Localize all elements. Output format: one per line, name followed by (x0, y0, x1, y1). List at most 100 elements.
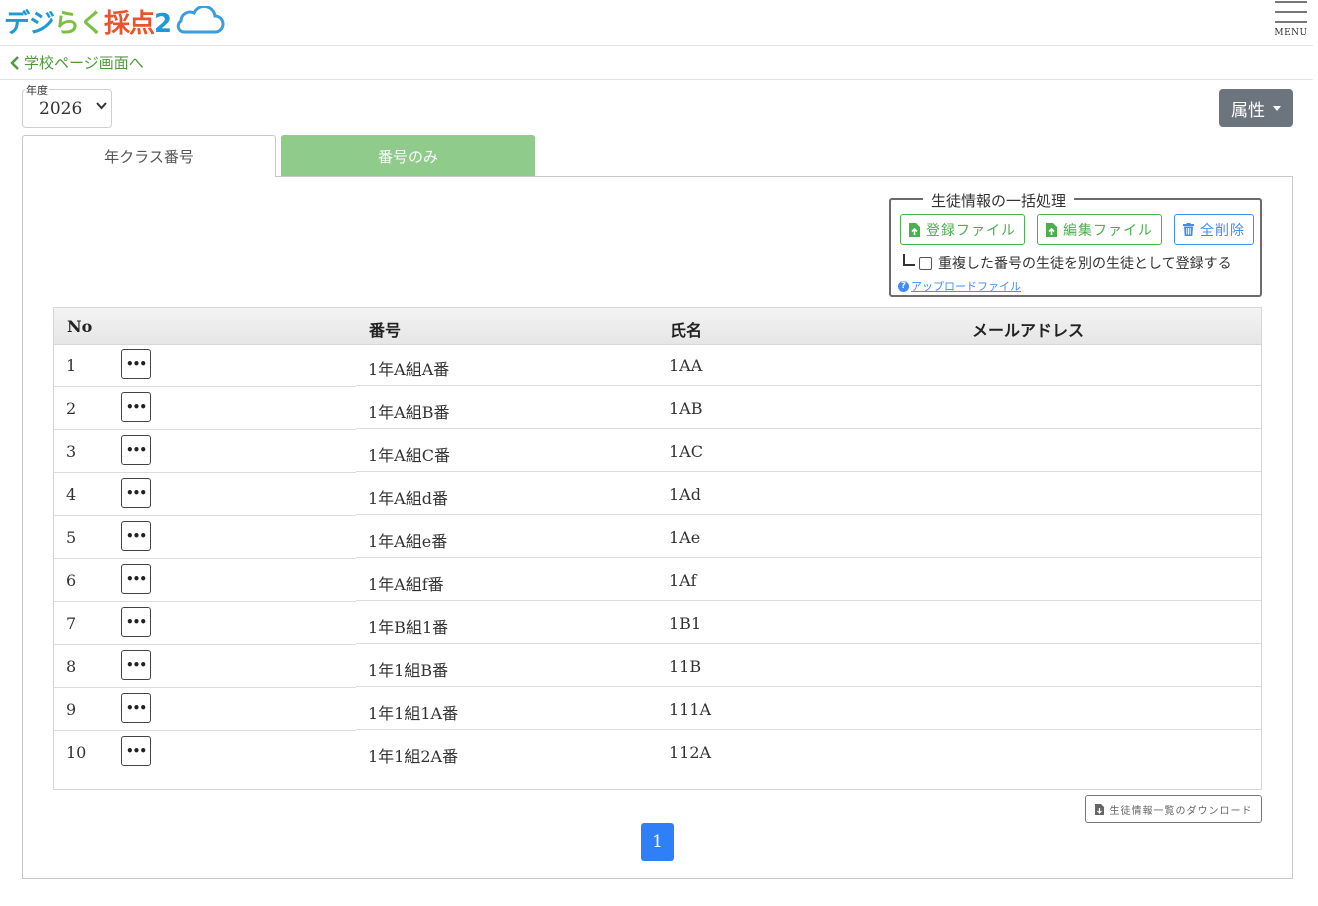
cell-number: 1年A組A番 (368, 360, 450, 379)
cell-number: 1年B組1番 (368, 618, 449, 637)
cell-no: 9 (66, 700, 77, 719)
ellipsis-icon: ••• (126, 658, 147, 672)
cell-number: 1年1組2A番 (368, 747, 459, 766)
duplicate-checkbox[interactable] (919, 256, 932, 270)
attribute-label: 属性 (1231, 100, 1265, 121)
cell-name: 1B1 (669, 614, 702, 633)
register-file-label: 登録ファイル (926, 222, 1016, 239)
help-link-label: アップロードファイル (911, 280, 1021, 293)
table-row: 6 ••• 1年A組f番 1Af (54, 559, 1261, 602)
table-row: 2 ••• 1年A組B番 1AB (54, 387, 1261, 430)
hamburger-icon (1275, 1, 1307, 3)
ellipsis-icon: ••• (126, 357, 147, 371)
tab-label: 年クラス番号 (104, 148, 194, 166)
ellipsis-icon: ••• (126, 744, 147, 758)
cell-number: 1年A組C番 (368, 446, 450, 465)
ellipsis-icon: ••• (126, 529, 147, 543)
ellipsis-icon: ••• (126, 572, 147, 586)
table-row: 4 ••• 1年A組d番 1Ad (54, 473, 1261, 516)
back-to-school-link[interactable]: 学校ページ画面へ (10, 52, 144, 73)
delete-all-label: 全削除 (1200, 222, 1245, 239)
cloud-icon (176, 6, 225, 34)
download-label: 生徒情報一覧のダウンロード (1109, 805, 1253, 817)
ellipsis-icon: ••• (126, 486, 147, 500)
header-email: メールアドレス (972, 321, 1085, 340)
back-link-label: 学校ページ画面へ (24, 54, 144, 72)
app-header: デジらく採点2 MENU (0, 0, 1313, 46)
chevron-left-icon (10, 55, 19, 70)
cell-number: 1年A組e番 (368, 532, 448, 551)
table-row: 9 ••• 1年1組1A番 111A (54, 688, 1261, 731)
year-value: 2026 (39, 99, 83, 119)
menu-button[interactable]: MENU (1273, 0, 1309, 42)
delete-all-button[interactable]: 全削除 (1174, 214, 1254, 245)
page-number: 1 (652, 832, 663, 852)
trash-icon (1183, 223, 1194, 236)
bulk-processing-group: 生徒情報の一括処理 登録ファイル 編集ファイル 全削除 重複した番号の生徒を別の… (889, 190, 1262, 297)
attribute-dropdown-button[interactable]: 属性 (1219, 89, 1293, 127)
cell-name: 1Ae (669, 528, 701, 547)
row-menu-button[interactable]: ••• (121, 392, 151, 422)
cell-name: 112A (669, 743, 712, 762)
elbow-connector (903, 254, 915, 266)
header-no: No (67, 317, 93, 336)
table-row: 7 ••• 1年B組1番 1B1 (54, 602, 1261, 645)
cell-no: 5 (66, 528, 77, 547)
cell-name: 1AC (669, 442, 703, 461)
cell-no: 7 (66, 614, 77, 633)
tab-number-only[interactable]: 番号のみ (281, 135, 535, 177)
duplicate-label[interactable]: 重複した番号の生徒を別の生徒として登録する (938, 253, 1232, 273)
cell-no: 4 (66, 485, 77, 504)
cell-number: 1年A組f番 (368, 575, 444, 594)
year-select[interactable]: 年度 2026 (22, 82, 112, 128)
ellipsis-icon: ••• (126, 400, 147, 414)
table-row: 3 ••• 1年A組C番 1AC (54, 430, 1261, 473)
register-file-button[interactable]: 登録ファイル (900, 214, 1025, 245)
file-upload-icon (909, 222, 920, 237)
pagination-page-1[interactable]: 1 (641, 823, 674, 861)
menu-label: MENU (1274, 28, 1308, 38)
edit-file-label: 編集ファイル (1063, 222, 1153, 239)
app-logo[interactable]: デジらく採点2 (4, 4, 225, 39)
caret-down-icon (1273, 105, 1281, 111)
cell-name: 1Ad (669, 485, 701, 504)
breadcrumb-bar: 学校ページ画面へ (0, 46, 1313, 80)
student-table: No 番号 氏名 メールアドレス 1 ••• 1年A組A番 1AA 2 ••• … (53, 307, 1262, 790)
bulk-legend: 生徒情報の一括処理 (923, 190, 1075, 211)
row-menu-button[interactable]: ••• (121, 736, 151, 766)
chevron-down-icon (96, 102, 107, 110)
row-menu-button[interactable]: ••• (121, 693, 151, 723)
header-name: 氏名 (670, 321, 703, 340)
row-menu-button[interactable]: ••• (121, 607, 151, 637)
duplicate-option: 重複した番号の生徒を別の生徒として登録する (903, 253, 1232, 273)
table-row: 8 ••• 1年1組B番 11B (54, 645, 1261, 688)
ellipsis-icon: ••• (126, 615, 147, 629)
cell-no: 1 (66, 356, 77, 375)
cell-name: 11B (669, 657, 702, 676)
download-student-list-button[interactable]: 生徒情報一覧のダウンロード (1085, 795, 1262, 823)
cell-name: 1Af (669, 571, 697, 590)
file-upload-icon (1046, 222, 1057, 237)
ellipsis-icon: ••• (126, 443, 147, 457)
ellipsis-icon: ••• (126, 701, 147, 715)
cell-no: 8 (66, 657, 77, 676)
row-menu-button[interactable]: ••• (121, 478, 151, 508)
question-circle-icon: ? (898, 280, 909, 292)
row-menu-button[interactable]: ••• (121, 650, 151, 680)
tab-grade-class-number[interactable]: 年クラス番号 (22, 135, 276, 177)
table-header: No 番号 氏名 メールアドレス (54, 308, 1261, 345)
row-menu-button[interactable]: ••• (121, 564, 151, 594)
cell-number: 1年1組1A番 (368, 704, 459, 723)
year-label: 年度 (25, 82, 49, 98)
tab-label: 番号のみ (377, 147, 438, 166)
cell-number: 1年1組B番 (368, 661, 449, 680)
cell-number: 1年A組B番 (368, 403, 450, 422)
upload-file-help-link[interactable]: ? アップロードファイル (898, 278, 1021, 294)
row-menu-button[interactable]: ••• (121, 349, 151, 379)
row-menu-button[interactable]: ••• (121, 435, 151, 465)
edit-file-button[interactable]: 編集ファイル (1037, 214, 1162, 245)
row-menu-button[interactable]: ••• (121, 521, 151, 551)
cell-name: 111A (669, 700, 712, 719)
file-download-icon (1094, 803, 1104, 815)
cell-no: 3 (66, 442, 77, 461)
